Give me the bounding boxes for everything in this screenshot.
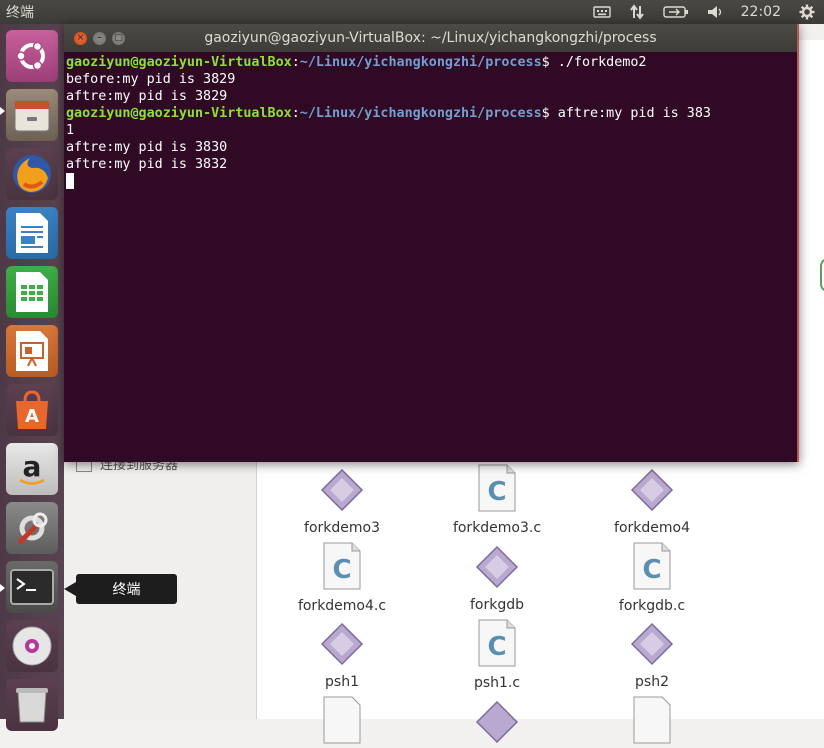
svg-text:C: C bbox=[487, 477, 506, 507]
file-item[interactable] bbox=[422, 700, 572, 748]
software-center-icon: A bbox=[16, 390, 48, 429]
terminal-line: before:my pid is 3829 bbox=[66, 72, 236, 87]
launcher-tooltip: 终端 bbox=[64, 574, 177, 604]
terminal-titlebar[interactable]: × – □ gaoziyun@gaoziyun-VirtualBox: ~/Li… bbox=[64, 24, 797, 52]
launcher-item-firefox[interactable] bbox=[6, 148, 58, 200]
volume-icon[interactable] bbox=[707, 5, 723, 19]
c-source-icon bbox=[323, 696, 361, 744]
executable-icon bbox=[630, 468, 674, 512]
c-source-icon: C bbox=[478, 619, 516, 667]
active-app-title: 终端 bbox=[6, 5, 34, 21]
battery-icon[interactable] bbox=[662, 5, 689, 19]
svg-text:C: C bbox=[332, 555, 351, 585]
terminal-line: aftre:my pid is 3829 bbox=[66, 89, 228, 104]
running-indicator bbox=[0, 584, 5, 592]
launcher-item-files[interactable] bbox=[6, 89, 58, 141]
executable-icon bbox=[475, 700, 519, 744]
launcher-item-settings[interactable] bbox=[6, 502, 58, 554]
launcher-item-software[interactable]: A bbox=[6, 384, 58, 436]
clock[interactable]: 22:02 bbox=[741, 4, 781, 20]
executable-icon bbox=[630, 622, 674, 666]
amazon-icon: a bbox=[19, 450, 45, 485]
executable-icon bbox=[475, 545, 519, 589]
c-source-icon: C bbox=[633, 542, 671, 590]
svg-text:A: A bbox=[25, 406, 39, 427]
launcher-item-calc[interactable] bbox=[6, 266, 58, 318]
calc-icon bbox=[16, 272, 48, 312]
file-item[interactable]: C forkgdb.c bbox=[577, 542, 727, 614]
writer-icon bbox=[16, 213, 48, 253]
file-item[interactable]: forkgdb bbox=[422, 545, 572, 613]
files-icon bbox=[14, 100, 50, 132]
launcher-item-trash[interactable] bbox=[6, 679, 58, 731]
launcher-item-terminal[interactable] bbox=[6, 561, 58, 613]
file-item[interactable]: C forkdemo4.c bbox=[267, 542, 417, 614]
c-source-icon: C bbox=[478, 464, 516, 512]
c-source-icon: C bbox=[323, 542, 361, 590]
terminal-line: gaoziyun@gaoziyun-VirtualBox:~/Linux/yic… bbox=[66, 106, 711, 121]
launcher-item-amazon[interactable]: a bbox=[6, 443, 58, 495]
terminal-window[interactable]: × – □ gaoziyun@gaoziyun-VirtualBox: ~/Li… bbox=[64, 24, 799, 462]
gear-icon[interactable] bbox=[799, 4, 815, 20]
status-indicator-icon bbox=[820, 258, 824, 292]
launcher-item-impress[interactable] bbox=[6, 325, 58, 377]
disc-icon bbox=[12, 626, 52, 666]
settings-icon bbox=[17, 512, 48, 545]
network-arrows-icon[interactable] bbox=[629, 4, 645, 20]
svg-text:C: C bbox=[642, 555, 661, 585]
file-item[interactable] bbox=[267, 696, 417, 748]
launcher-item-writer[interactable] bbox=[6, 207, 58, 259]
terminal-title: gaoziyun@gaoziyun-VirtualBox: ~/Linux/yi… bbox=[204, 30, 657, 46]
trash-icon bbox=[16, 688, 48, 723]
svg-text:a: a bbox=[23, 450, 42, 483]
top-panel: 终端 22:02 bbox=[0, 0, 824, 24]
keyboard-icon[interactable] bbox=[592, 5, 611, 19]
terminal-cursor-line bbox=[66, 173, 795, 190]
impress-icon bbox=[16, 331, 48, 371]
executable-icon bbox=[320, 468, 364, 512]
launcher-item-dvd[interactable] bbox=[6, 620, 58, 672]
terminal-output[interactable]: gaoziyun@gaoziyun-VirtualBox:~/Linux/yic… bbox=[64, 52, 797, 192]
terminal-icon bbox=[10, 569, 54, 605]
launcher: A a bbox=[0, 24, 64, 731]
executable-icon bbox=[320, 622, 364, 666]
svg-text:C: C bbox=[487, 632, 506, 662]
terminal-line: aftre:my pid is 3830 bbox=[66, 140, 228, 155]
firefox-icon bbox=[13, 155, 51, 193]
file-item[interactable]: forkdemo4 bbox=[577, 468, 727, 536]
file-item[interactable]: psh2 bbox=[577, 622, 727, 690]
terminal-line: aftre:my pid is 3832 bbox=[66, 157, 228, 172]
indicator-area: 22:02 bbox=[584, 0, 824, 24]
file-item[interactable]: forkdemo3 bbox=[267, 468, 417, 536]
file-item[interactable] bbox=[577, 696, 727, 748]
ubuntu-logo-icon bbox=[16, 41, 45, 71]
terminal-line: gaoziyun@gaoziyun-VirtualBox:~/Linux/yic… bbox=[66, 55, 647, 70]
terminal-line: 1 bbox=[66, 123, 75, 138]
text-cursor bbox=[66, 173, 74, 189]
launcher-item-dash[interactable] bbox=[6, 30, 58, 82]
running-indicator bbox=[0, 107, 5, 115]
file-item[interactable]: psh1 bbox=[267, 622, 417, 690]
file-item[interactable]: C forkdemo3.c bbox=[422, 464, 572, 536]
file-item[interactable]: C psh1.c bbox=[422, 619, 572, 691]
c-source-icon bbox=[633, 696, 671, 744]
